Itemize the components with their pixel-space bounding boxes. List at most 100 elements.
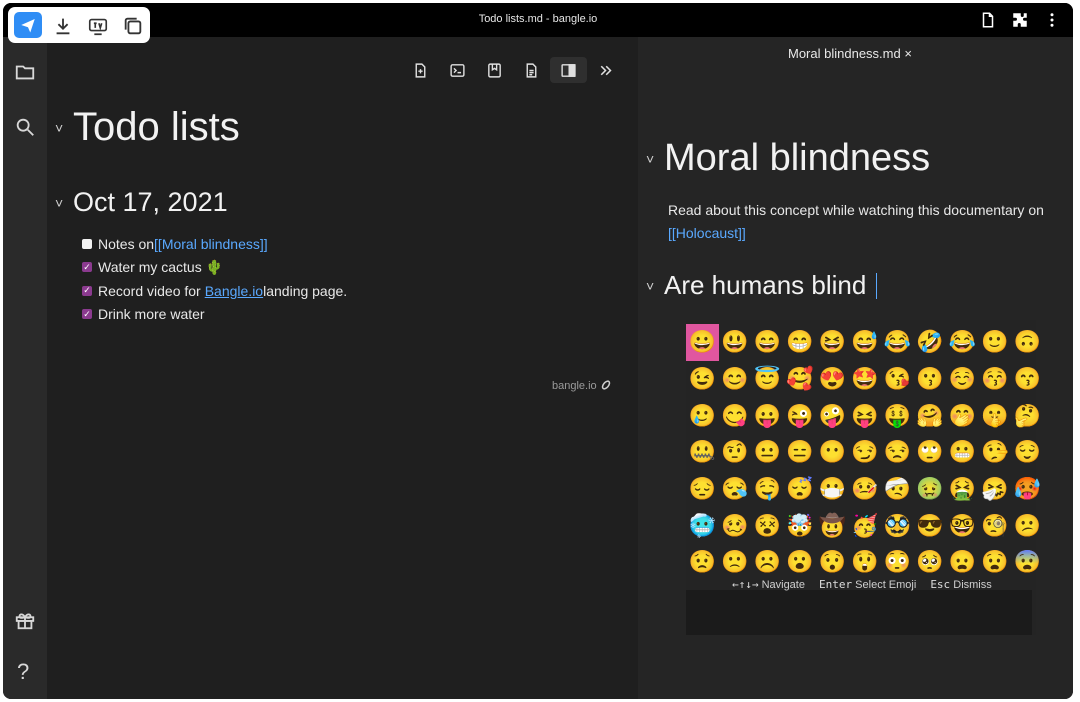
emoji-option[interactable]: 😌	[1011, 434, 1044, 471]
tv-icon[interactable]	[87, 15, 109, 37]
emoji-option[interactable]: 😷	[816, 471, 849, 508]
todo-checkbox-checked[interactable]: ✓	[82, 285, 92, 296]
collapse-chevron-icon[interactable]: ˅	[55, 120, 73, 136]
emoji-option[interactable]: 🥶	[686, 507, 719, 544]
emoji-option[interactable]: ☹️	[751, 544, 784, 581]
collapse-chevron-icon[interactable]: ˅	[55, 195, 73, 211]
emoji-option[interactable]: 🤮	[946, 471, 979, 508]
todo-checkbox-checked[interactable]: ✓	[82, 309, 92, 320]
emoji-option[interactable]: 🤕	[881, 471, 914, 508]
emoji-option[interactable]: 😅	[849, 324, 882, 361]
emoji-option[interactable]: 🤓	[946, 507, 979, 544]
emoji-option[interactable]: 🤗	[914, 397, 947, 434]
emoji-option[interactable]: 🥵	[1011, 471, 1044, 508]
close-tab-icon[interactable]: ×	[904, 46, 912, 61]
emoji-option[interactable]: 🙃	[1011, 324, 1044, 361]
emoji-option[interactable]: 😂	[881, 324, 914, 361]
emoji-option[interactable]: 🤫	[979, 397, 1012, 434]
emoji-option[interactable]: 🤣	[914, 324, 947, 361]
emoji-option[interactable]: 🥳	[849, 507, 882, 544]
emoji-option[interactable]: 😑	[784, 434, 817, 471]
emoji-option[interactable]: 🤠	[816, 507, 849, 544]
emoji-option[interactable]: ☺️	[946, 361, 979, 398]
new-note-button[interactable]	[402, 57, 439, 83]
emoji-option[interactable]: 😕	[1011, 507, 1044, 544]
emoji-option[interactable]: 🤐	[686, 434, 719, 471]
search-icon[interactable]	[14, 116, 36, 138]
emoji-option[interactable]: 😶	[816, 434, 849, 471]
external-link[interactable]: Bangle.io	[205, 283, 263, 299]
emoji-option[interactable]: 🤯	[784, 507, 817, 544]
todo-checkbox[interactable]	[82, 238, 92, 249]
emoji-option[interactable]: 😵	[751, 507, 784, 544]
collapse-chevron-icon[interactable]: ˅	[646, 278, 664, 294]
emoji-option[interactable]: 😙	[1011, 361, 1044, 398]
emoji-option[interactable]: 😴	[784, 471, 817, 508]
emoji-option[interactable]: 😪	[719, 471, 752, 508]
emoji-option[interactable]: 😨	[1011, 544, 1044, 581]
emoji-option[interactable]: 😚	[979, 361, 1012, 398]
help-icon[interactable]: ?	[17, 659, 29, 685]
emoji-option[interactable]: 😦	[946, 544, 979, 581]
gift-icon[interactable]	[14, 609, 36, 631]
emoji-option[interactable]: 😗	[914, 361, 947, 398]
emoji-option[interactable]: 😂	[946, 324, 979, 361]
emoji-option[interactable]: 😇	[751, 361, 784, 398]
emoji-option[interactable]: 🤪	[816, 397, 849, 434]
emoji-option[interactable]: 😜	[784, 397, 817, 434]
emoji-option[interactable]: 🤨	[719, 434, 752, 471]
emoji-option[interactable]: 😆	[816, 324, 849, 361]
emoji-option[interactable]: 🙂	[979, 324, 1012, 361]
emoji-option[interactable]: 🤒	[849, 471, 882, 508]
emoji-option[interactable]: 😎	[914, 507, 947, 544]
emoji-option[interactable]: 🤥	[979, 434, 1012, 471]
emoji-option[interactable]: 😧	[979, 544, 1012, 581]
command-palette-button[interactable]	[439, 57, 476, 83]
more-vertical-icon[interactable]	[1043, 11, 1061, 29]
emoji-option[interactable]: 😛	[751, 397, 784, 434]
emoji-option[interactable]: 🥸	[881, 507, 914, 544]
wiki-link[interactable]: [[Moral blindness]]	[154, 236, 268, 252]
emoji-option[interactable]: 😝	[849, 397, 882, 434]
document-outline-button[interactable]	[513, 57, 550, 83]
emoji-option[interactable]: 😁	[784, 324, 817, 361]
emoji-option[interactable]: 😒	[881, 434, 914, 471]
emoji-option[interactable]: 🤩	[849, 361, 882, 398]
emoji-option[interactable]: 🧐	[979, 507, 1012, 544]
emoji-option[interactable]: 😉	[686, 361, 719, 398]
emoji-option[interactable]: 😃	[719, 324, 752, 361]
split-view-button[interactable]	[550, 57, 587, 83]
download-icon[interactable]	[52, 15, 74, 37]
window-copy-icon[interactable]	[122, 15, 144, 37]
emoji-option[interactable]: 🥴	[719, 507, 752, 544]
emoji-option[interactable]: 😍	[816, 361, 849, 398]
emoji-option[interactable]: 😀	[686, 324, 719, 361]
emoji-option[interactable]: 😘	[881, 361, 914, 398]
emoji-option[interactable]: 🙄	[914, 434, 947, 471]
puzzle-icon[interactable]	[1011, 11, 1029, 29]
emoji-option[interactable]: 🤔	[1011, 397, 1044, 434]
more-actions-button[interactable]	[587, 57, 624, 83]
collapse-chevron-icon[interactable]: ˅	[646, 151, 664, 167]
emoji-option[interactable]: 😄	[751, 324, 784, 361]
pin-note-button[interactable]	[476, 57, 513, 83]
emoji-option[interactable]: 🤤	[751, 471, 784, 508]
emoji-option[interactable]: 😲	[849, 544, 882, 581]
emoji-option[interactable]: 😐	[751, 434, 784, 471]
emoji-option[interactable]: 😮	[784, 544, 817, 581]
emoji-option[interactable]: 😳	[881, 544, 914, 581]
emoji-option[interactable]: 🥲	[686, 397, 719, 434]
folder-icon[interactable]	[14, 61, 36, 83]
note-tab[interactable]: Moral blindness.md ×	[788, 46, 912, 61]
emoji-option[interactable]: 🤑	[881, 397, 914, 434]
emoji-option[interactable]: 🤧	[979, 471, 1012, 508]
emoji-option[interactable]: 🥰	[784, 361, 817, 398]
emoji-option[interactable]: 😊	[719, 361, 752, 398]
document-icon[interactable]	[979, 11, 997, 29]
emoji-option[interactable]: 😯	[816, 544, 849, 581]
emoji-option[interactable]: 😟	[686, 544, 719, 581]
emoji-option[interactable]: 😬	[946, 434, 979, 471]
emoji-option[interactable]: 😋	[719, 397, 752, 434]
app-logo-icon[interactable]	[14, 12, 42, 38]
wiki-link[interactable]: [[Holocaust]]	[668, 225, 746, 241]
